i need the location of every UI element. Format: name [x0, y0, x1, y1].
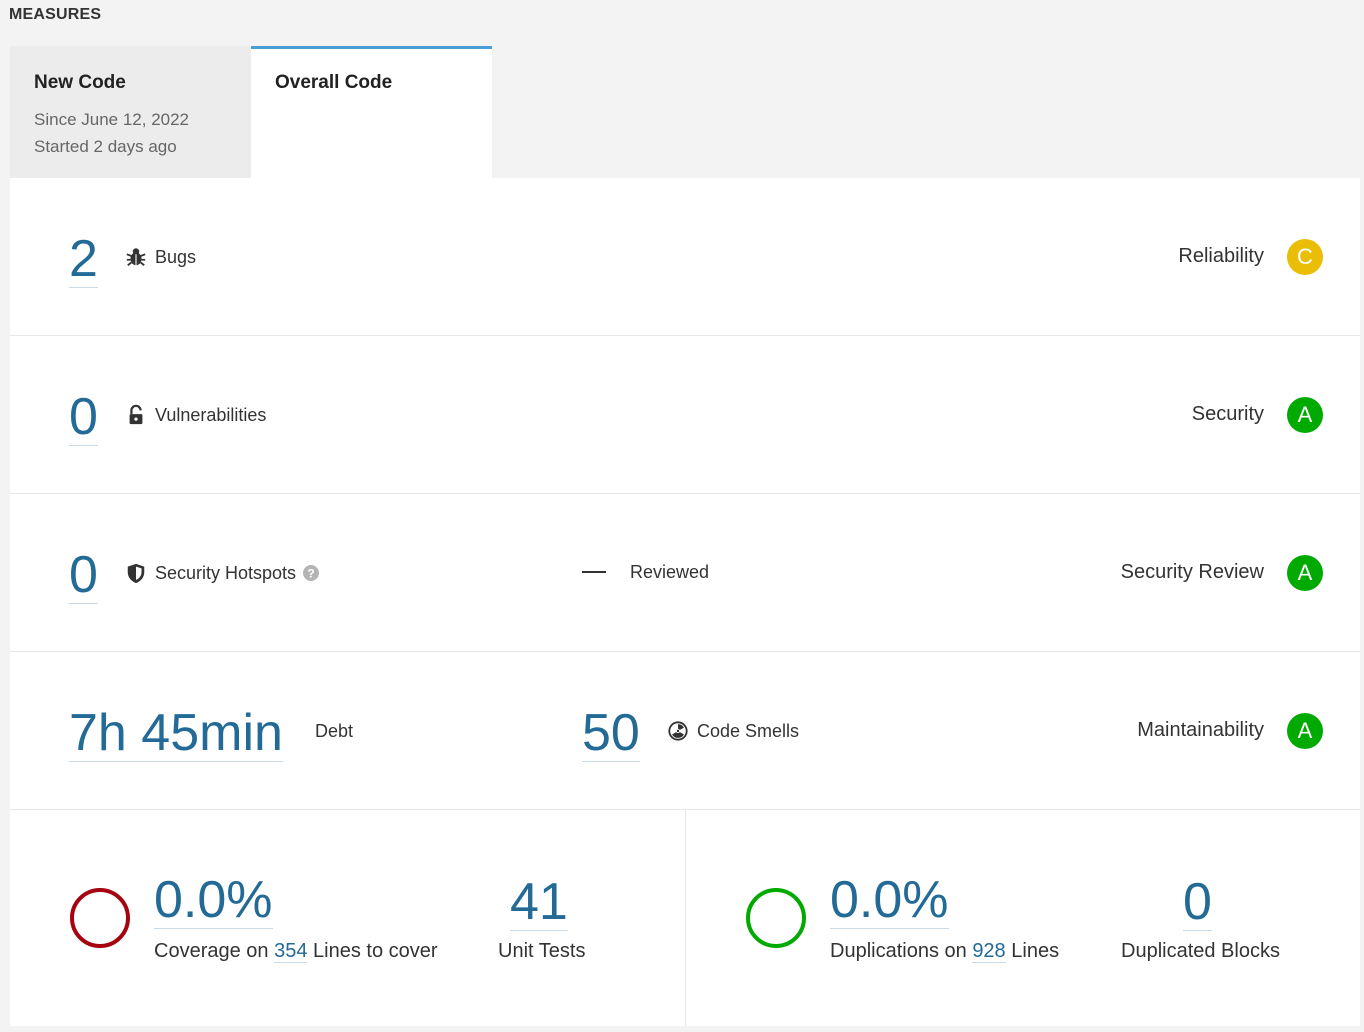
coverage-value-link[interactable]: 0.0%: [154, 874, 273, 929]
svg-text:?: ?: [307, 567, 314, 581]
coverage-text-prefix: Coverage on: [154, 940, 269, 962]
page-title: MEASURES: [9, 6, 102, 23]
debt-label: Debt: [315, 721, 354, 741]
coverage-description: Coverage on 354 Lines to cover: [154, 940, 438, 963]
vulnerabilities-label-text: Vulnerabilities: [155, 404, 267, 425]
shield-icon: [125, 562, 147, 584]
bugs-label: Bugs: [125, 246, 196, 268]
debt-value-link[interactable]: 7h 45min: [69, 707, 283, 762]
hotspots-label-text: Security Hotspots: [155, 562, 297, 583]
lock-icon: [125, 404, 147, 426]
vulnerabilities-count-link[interactable]: 0: [69, 391, 98, 446]
coverage-card: 0.0% Coverage on 354 Lines to cover 41 U…: [10, 810, 685, 1026]
duplicated-blocks-label: Duplicated Blocks: [1121, 940, 1280, 962]
unit-tests-label: Unit Tests: [498, 940, 586, 962]
security-review-rating-badge[interactable]: A: [1287, 555, 1323, 591]
code-smells-count-link[interactable]: 50: [582, 707, 640, 762]
reliability-rating-label: Reliability: [1178, 245, 1264, 267]
tab-new-code[interactable]: New Code Since June 12, 2022 Started 2 d…: [10, 46, 251, 178]
tab-new-code-started: Started 2 days ago: [34, 137, 177, 156]
coverage-lines-link[interactable]: 354: [274, 940, 308, 963]
bugs-count-link[interactable]: 2: [69, 233, 98, 288]
tab-overall-code[interactable]: Overall Code: [251, 46, 492, 178]
duplicated-blocks-count-link[interactable]: 0: [1183, 876, 1212, 931]
unit-tests-count-link[interactable]: 41: [510, 876, 568, 931]
measures-panel: 2 Bugs Reliability C 0 Vulnerabilities S…: [10, 178, 1360, 1026]
hotspots-row: 0 Security Hotspots ? Reviewed Security …: [10, 494, 1360, 652]
duplications-text-prefix: Duplications on: [830, 940, 967, 962]
radiation-icon: [667, 720, 689, 742]
maintainability-rating-badge[interactable]: A: [1287, 713, 1323, 749]
bugs-label-text: Bugs: [155, 246, 197, 267]
security-review-rating-label: Security Review: [1120, 561, 1264, 583]
help-icon[interactable]: ?: [303, 565, 320, 581]
duplications-lines-link[interactable]: 928: [972, 940, 1006, 963]
security-rating-label: Security: [1191, 403, 1264, 425]
coverage-duplications-section: 0.0% Coverage on 354 Lines to cover 41 U…: [10, 810, 1360, 1026]
vulnerabilities-label: Vulnerabilities: [125, 404, 266, 426]
duplications-ring-chart: [746, 888, 806, 948]
reliability-rating-badge[interactable]: C: [1287, 239, 1323, 275]
maintainability-rating-label: Maintainability: [1137, 719, 1264, 741]
reviewed-value-dash: [582, 571, 606, 573]
security-rating-badge[interactable]: A: [1287, 397, 1323, 433]
tab-overall-code-label: Overall Code: [275, 72, 393, 93]
reliability-row: 2 Bugs Reliability C: [10, 178, 1360, 336]
security-row: 0 Vulnerabilities Security A: [10, 336, 1360, 494]
tab-new-code-since: Since June 12, 2022: [34, 110, 190, 129]
hotspots-count-link[interactable]: 0: [69, 549, 98, 604]
duplications-card: 0.0% Duplications on 928 Lines 0 Duplica…: [685, 810, 1360, 1026]
reviewed-label: Reviewed: [630, 562, 710, 582]
hotspots-label: Security Hotspots ?: [125, 562, 320, 584]
tab-new-code-label: New Code: [34, 72, 126, 93]
duplications-value-link[interactable]: 0.0%: [830, 874, 949, 929]
duplications-description: Duplications on 928 Lines: [830, 940, 1059, 963]
duplications-text-suffix: Lines: [1011, 940, 1060, 962]
maintainability-row: 7h 45min Debt 50 Code Smells Maintainabi…: [10, 652, 1360, 810]
coverage-ring-chart: [70, 888, 130, 948]
code-smells-label-text: Code Smells: [697, 720, 800, 741]
code-smells-label: Code Smells: [667, 720, 799, 742]
bug-icon: [125, 246, 147, 268]
coverage-text-suffix: Lines to cover: [313, 940, 438, 962]
